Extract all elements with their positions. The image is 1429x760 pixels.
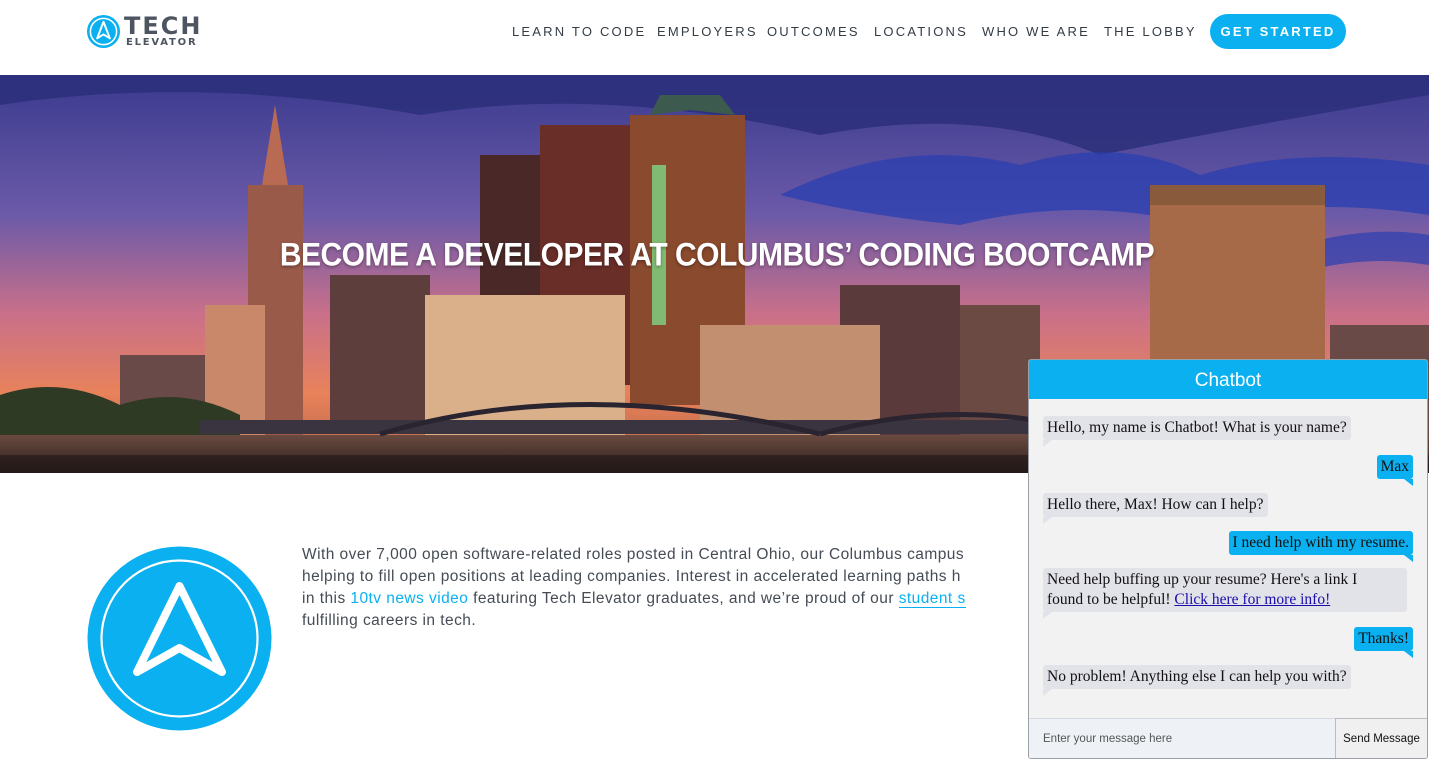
send-message-button[interactable]: Send Message (1335, 718, 1427, 758)
intro-line-3-text-a: in this (302, 590, 351, 607)
intro-paragraph: With over 7,000 open software-related ro… (302, 544, 1032, 644)
chat-message-user: Max (1376, 455, 1414, 486)
chat-message-input[interactable] (1029, 718, 1335, 758)
hero-title: BECOME A DEVELOPER AT COLUMBUS’ CODING B… (279, 237, 1155, 274)
chat-message-text: found to be helpful! (1047, 591, 1175, 608)
intro-line-3-text-b: featuring Tech Elevator graduates, and w… (468, 590, 899, 607)
brand-logo[interactable]: TECH ELEVATOR (86, 12, 216, 50)
intro-line-2: helping to fill open positions at leadin… (302, 568, 961, 585)
chat-message-bot: No problem! Anything else I can help you… (1043, 665, 1351, 696)
chat-message-user: Thanks! (1354, 627, 1413, 658)
chat-message-bot: Hello, my name is Chatbot! What is your … (1043, 416, 1351, 447)
chat-message-bot: Need help buffing up your resume? Here's… (1043, 568, 1407, 619)
more-info-link[interactable]: Click here for more info! (1174, 591, 1330, 608)
chat-message-text: Need help buffing up your resume? Here's… (1047, 571, 1358, 588)
chat-message-user: I need help with my resume. (1228, 531, 1414, 562)
nav-item-learn-to-code[interactable]: LEARN TO CODE (512, 24, 646, 39)
intro-line-4: fulfilling careers in tech. (302, 612, 477, 629)
student-stories-link[interactable]: student s (898, 590, 966, 608)
intro-line-3: in this 10tv news video featuring Tech E… (302, 588, 1032, 610)
top-navbar: TECH ELEVATOR LEARN TO CODE EMPLOYERS OU… (0, 0, 1429, 75)
tech-elevator-emblem-icon (87, 546, 272, 731)
nav-item-outcomes[interactable]: OUTCOMES (767, 24, 860, 39)
nav-item-the-lobby[interactable]: THE LOBBY (1104, 24, 1197, 39)
news-video-link[interactable]: 10tv news video (350, 590, 468, 607)
brand-name-primary: TECH (124, 12, 203, 40)
nav-item-employers[interactable]: EMPLOYERS (657, 24, 758, 39)
logo-arrow-icon (86, 14, 121, 49)
nav-item-locations[interactable]: LOCATIONS (874, 24, 968, 39)
nav-item-who-we-are[interactable]: WHO WE ARE (982, 24, 1090, 39)
chatbot-title: Chatbot (1029, 360, 1427, 399)
brand-name-secondary: ELEVATOR (126, 37, 198, 48)
intro-line-1: With over 7,000 open software-related ro… (302, 546, 965, 563)
get-started-button[interactable]: GET STARTED (1210, 14, 1346, 49)
chat-message-bot: Hello there, Max! How can I help? (1043, 493, 1268, 524)
chatbot-widget: Chatbot Hello, my name is Chatbot! What … (1028, 359, 1428, 759)
